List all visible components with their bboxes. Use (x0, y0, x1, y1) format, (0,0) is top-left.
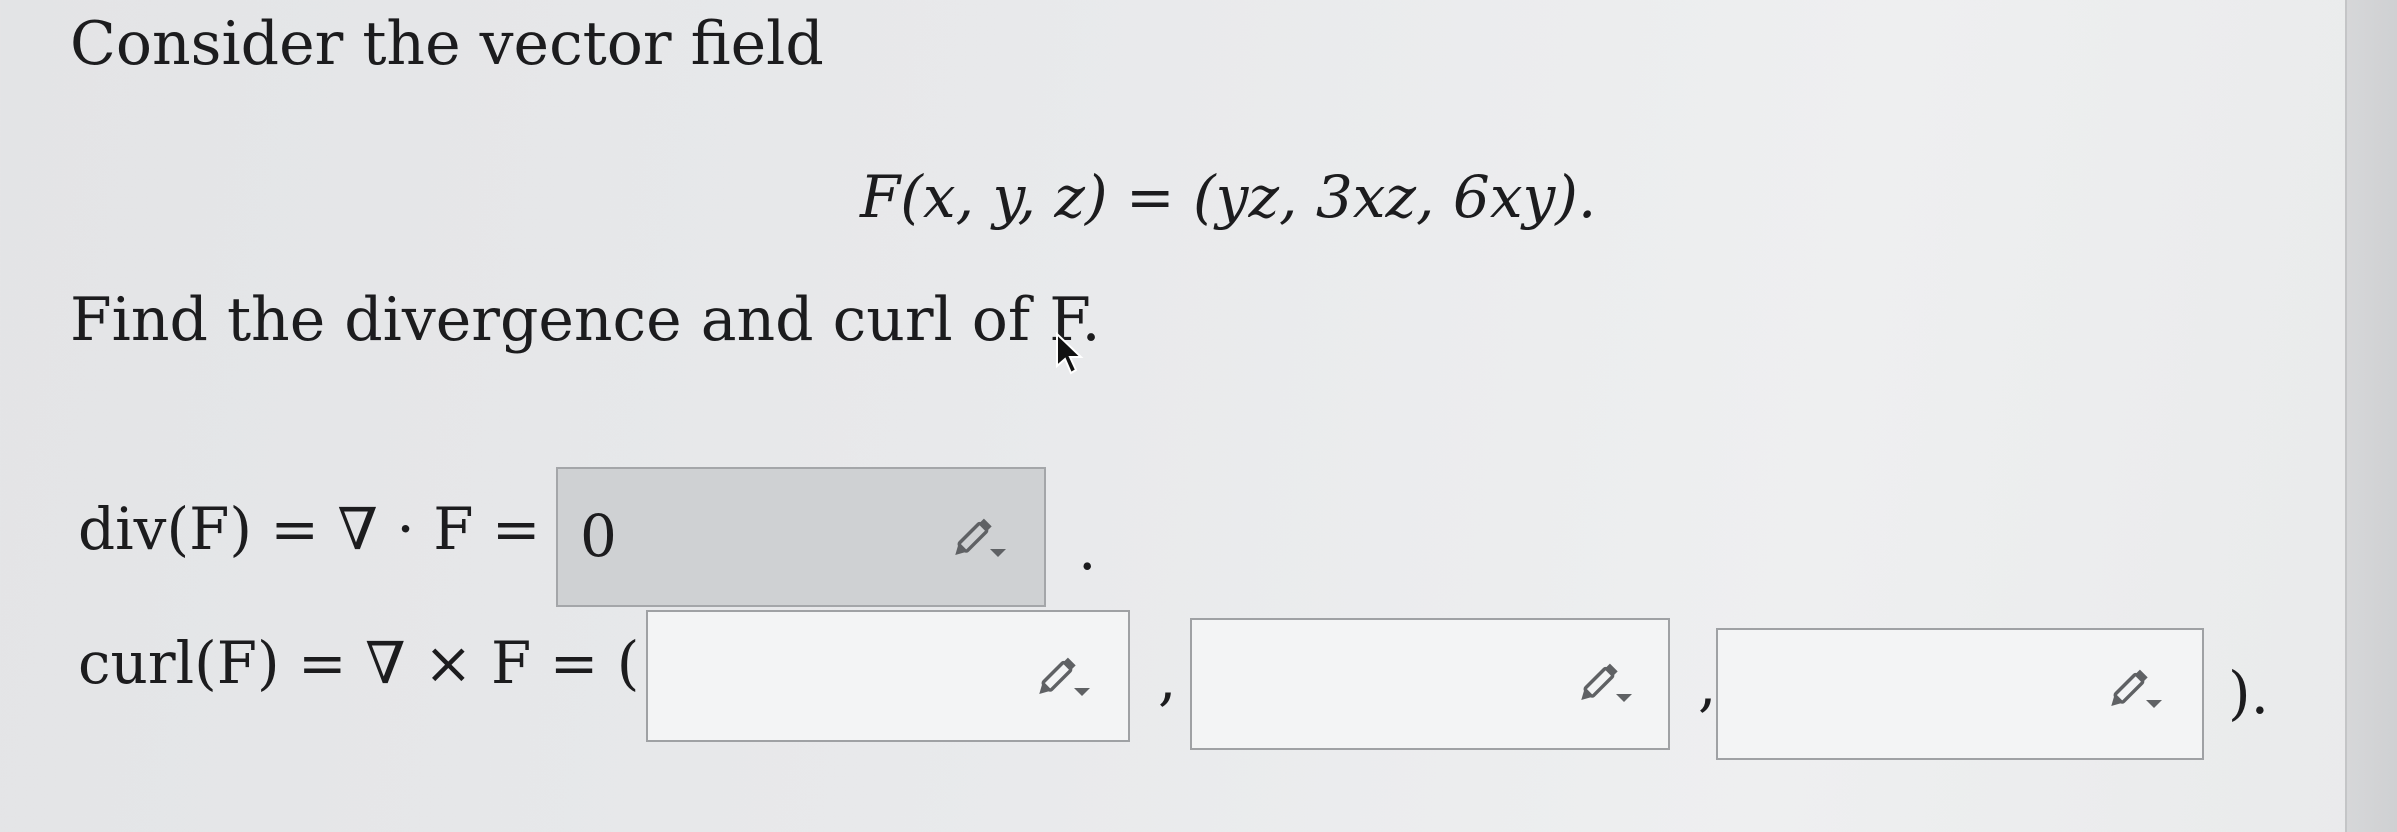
pencil-dropdown-icon[interactable] (952, 515, 1012, 563)
question-intro: Consider the vector field (70, 9, 824, 79)
curl-closing: ). (2228, 659, 2270, 727)
question-prompt: Find the divergence and curl of F. (70, 285, 1101, 355)
curl-component-3-box[interactable] (1716, 628, 2204, 760)
divergence-answer-box[interactable]: 0 (556, 467, 1046, 607)
curl-component-1-box[interactable] (646, 610, 1130, 742)
curl-separator-1: , (1158, 645, 1177, 713)
curl-separator-2: , (1698, 651, 1717, 719)
mouse-pointer-icon (1056, 332, 1084, 375)
window-edge (2345, 0, 2397, 832)
pencil-dropdown-icon[interactable] (2108, 666, 2168, 714)
curl-label: curl(F) = ∇ × F = ( (78, 629, 640, 697)
pencil-dropdown-icon[interactable] (1578, 660, 1638, 708)
divergence-answer-value: 0 (580, 502, 617, 570)
vector-field-formula: F(x, y, z) = (yz, 3xz, 6xy). (860, 163, 1597, 231)
pencil-dropdown-icon[interactable] (1036, 654, 1096, 702)
divergence-period: . (1078, 515, 1097, 583)
curl-component-2-box[interactable] (1190, 618, 1670, 750)
divergence-label: div(F) = ∇ · F = (78, 495, 541, 563)
